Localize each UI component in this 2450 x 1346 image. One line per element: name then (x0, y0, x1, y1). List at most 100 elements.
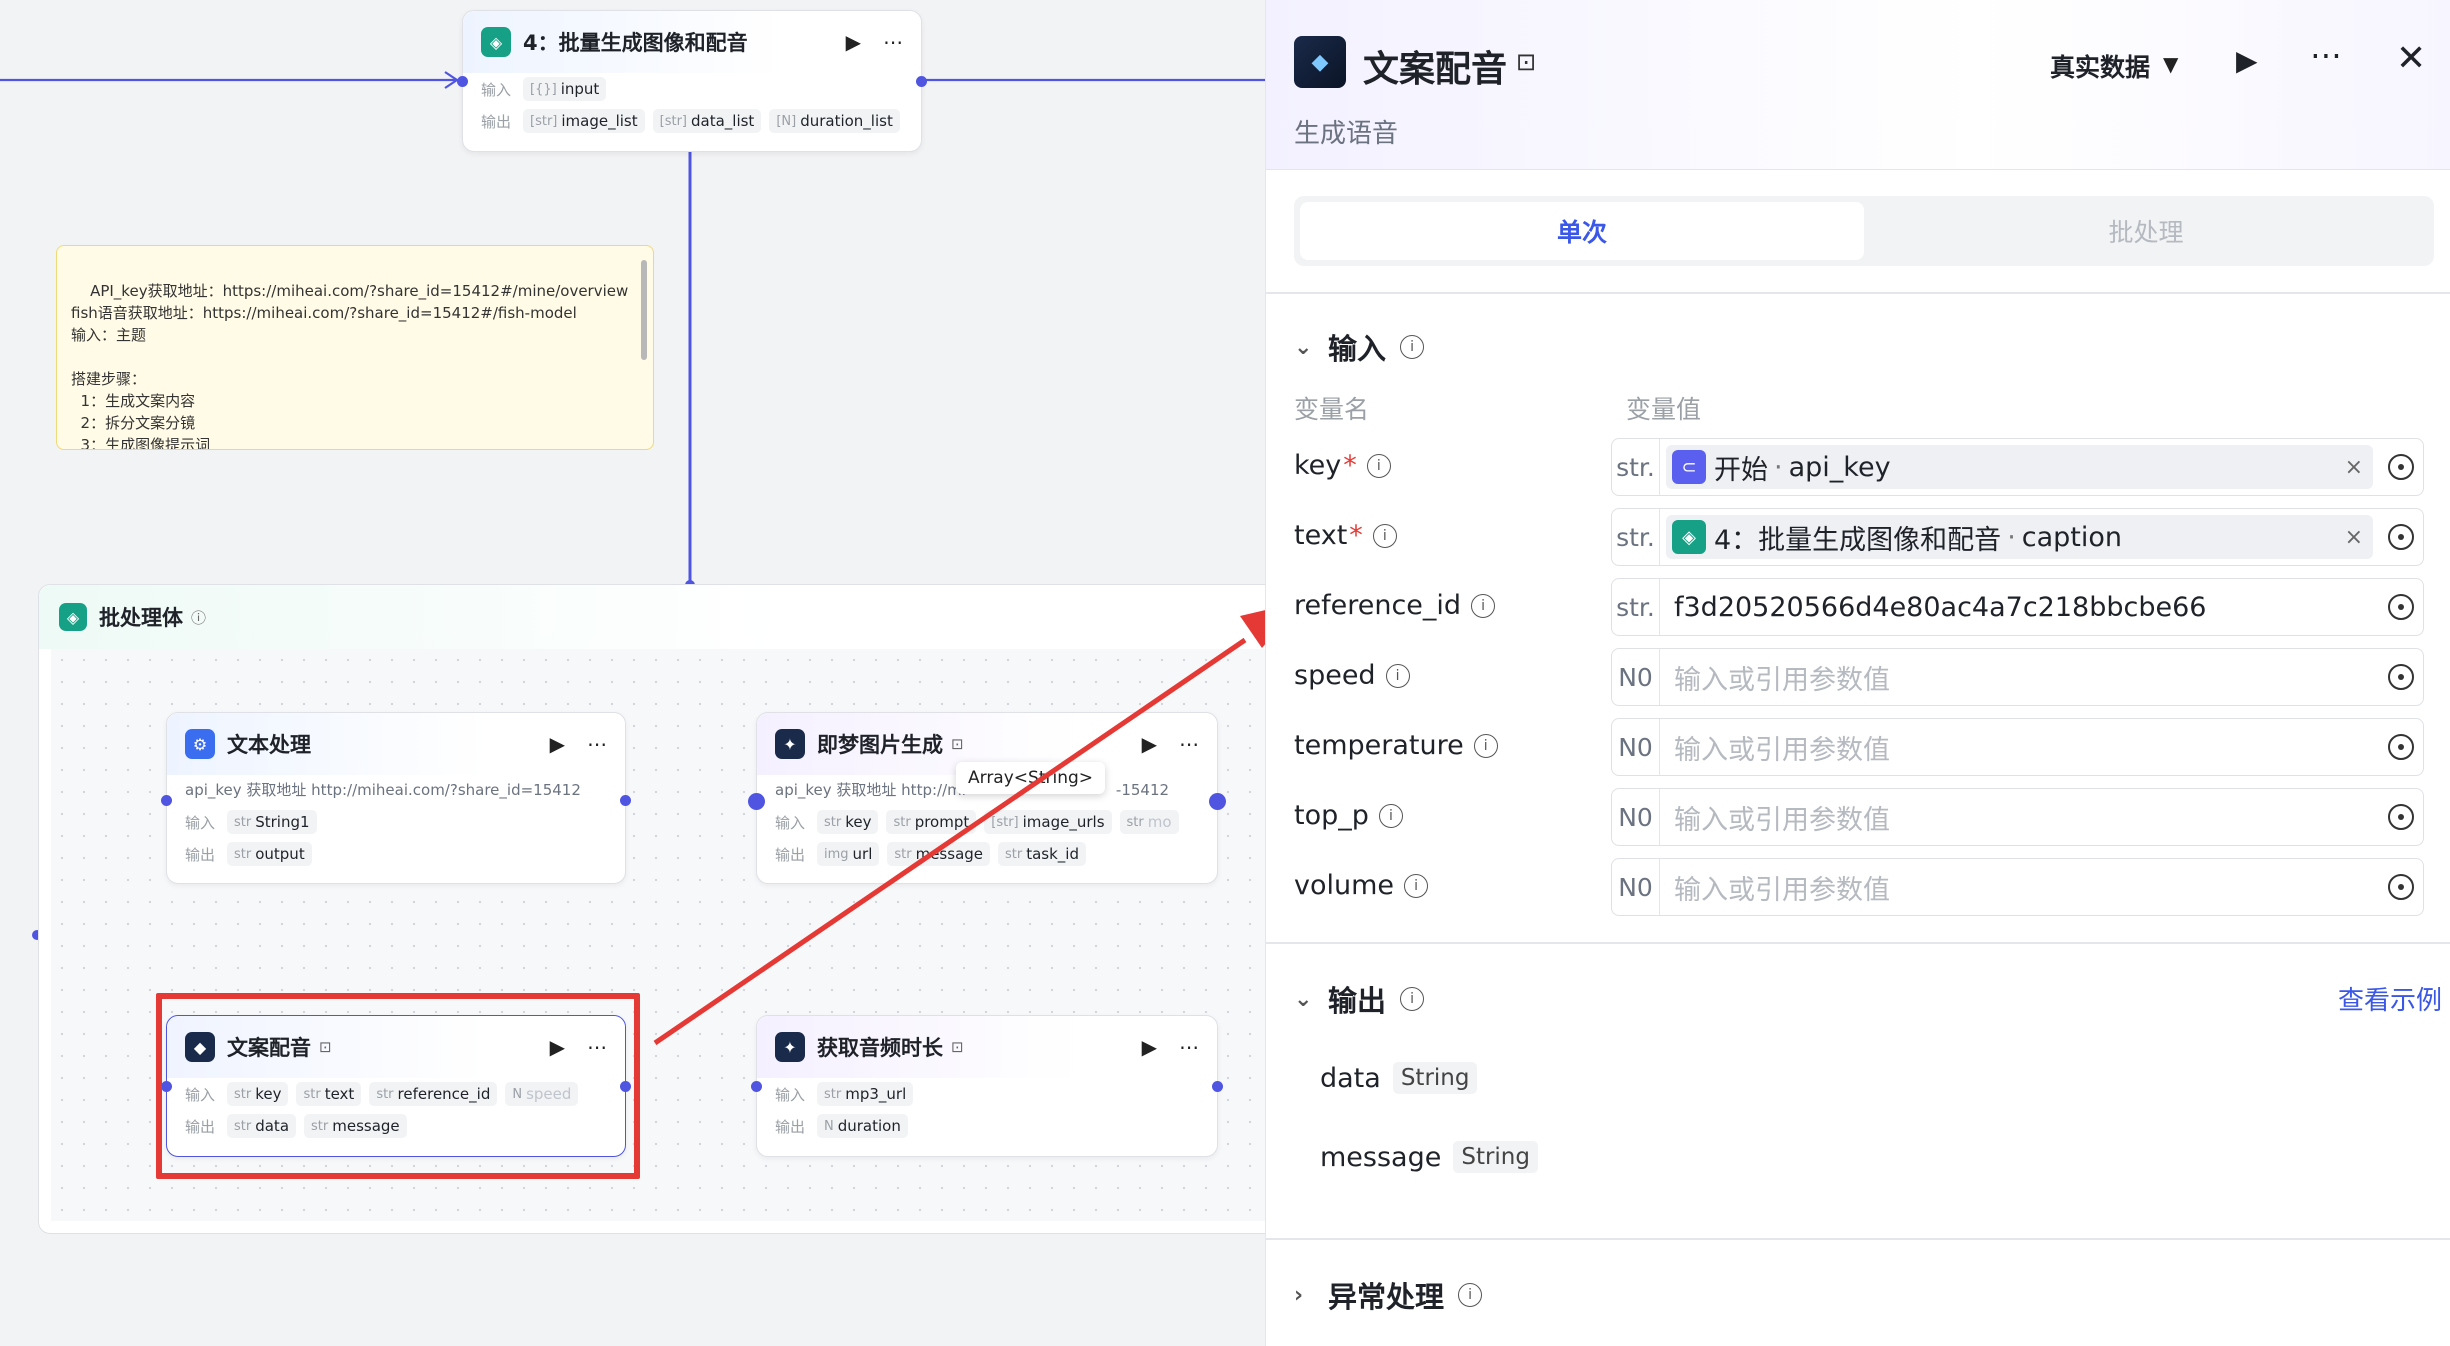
note-scrollbar[interactable] (641, 260, 647, 360)
output-chip: [str] image_list (523, 109, 645, 133)
node-batch-generate[interactable]: ◈ 4：批量生成图像和配音 ▶ ⋯ 输入 [{}] input 输出 [str] i… (457, 10, 927, 152)
param-value-input[interactable]: 输入或引用参数值 (1660, 798, 2379, 837)
panel-header: ◆ 文案配音 ⊡ 生成语音 真实数据 ▼ ▶ ⋯ ✕ (1266, 0, 2450, 170)
reference-tag[interactable]: ◈ 4：批量生成图像和配音 · caption × (1666, 515, 2373, 559)
param-row-temperature: temperature i N0 输入或引用参数值 (1294, 718, 2434, 776)
more-icon[interactable]: ⋯ (587, 732, 607, 756)
reference-target-icon[interactable] (2388, 734, 2414, 760)
output-chip: str message (304, 1114, 407, 1138)
param-value-input[interactable]: 输入或引用参数值 (1660, 868, 2379, 907)
node-outputs: 输出 [str] image_list [str] data_list [N] dur… (463, 105, 921, 137)
more-icon[interactable]: ⋯ (1179, 1035, 1199, 1059)
comment-note[interactable]: API_key获取地址：https://miheai.com/?share_id… (56, 245, 654, 450)
type-selector[interactable]: str. (1612, 509, 1660, 565)
more-icon[interactable]: ⋯ (883, 30, 903, 54)
node-audio-duration[interactable]: ✦ 获取音频时长 ⊡ ▶ ⋯ 输入 str mp3_url 输出 Nduratio… (751, 1015, 1223, 1157)
type-selector[interactable]: N0 (1612, 789, 1660, 845)
type-selector[interactable]: str. (1612, 579, 1660, 635)
node-text-process[interactable]: ⚙ 文本处理 ▶ ⋯ api_key 获取地址 http://miheai.co… (161, 712, 631, 884)
layers-icon: ◈ (1672, 520, 1706, 554)
see-example-link[interactable]: 查看示例 (2338, 980, 2442, 1017)
type-selector[interactable]: N0 (1612, 649, 1660, 705)
run-icon[interactable]: ▶ (550, 1035, 565, 1059)
clear-icon[interactable]: × (2345, 455, 2363, 480)
run-icon[interactable]: ▶ (846, 30, 861, 54)
plugin-icon: ⊡ (951, 1038, 964, 1056)
type-tooltip: Array<String> (956, 762, 1106, 794)
param-value-field[interactable]: N0 输入或引用参数值 (1611, 788, 2424, 846)
info-icon: ⓘ (191, 608, 207, 627)
error-section-header[interactable]: › 异常处理 i (1294, 1274, 1483, 1316)
caret-down-icon[interactable]: ▼ (2163, 52, 2178, 76)
input-port[interactable] (457, 76, 468, 87)
run-icon[interactable]: ▶ (2236, 44, 2258, 77)
param-value-input[interactable]: 输入或引用参数值 (1660, 658, 2379, 697)
input-section-header[interactable]: ⌄ 输入 i (1294, 326, 1425, 368)
info-icon: i (1400, 987, 1425, 1011)
workflow-canvas[interactable]: ◈ 4：批量生成图像和配音 ▶ ⋯ 输入 [{}] input 输出 [str] i… (0, 0, 1265, 1346)
more-icon[interactable]: ⋯ (1179, 732, 1199, 756)
type-selector[interactable]: N0 (1612, 719, 1660, 775)
reference-target-icon[interactable] (2388, 594, 2414, 620)
more-icon[interactable]: ⋯ (2310, 36, 2344, 74)
output-port[interactable] (1212, 1081, 1223, 1092)
input-chip: str reference_id (369, 1082, 498, 1106)
param-value-field[interactable]: str. f3d20520566d4e80ac4a7c218bbcbe66 (1611, 578, 2424, 636)
param-value-input[interactable]: f3d20520566d4e80ac4a7c218bbcbe66 (1660, 592, 2379, 623)
start-icon: ⊂ (1672, 450, 1706, 484)
param-value-field[interactable]: N0 输入或引用参数值 (1611, 858, 2424, 916)
run-icon[interactable]: ▶ (1142, 1035, 1157, 1059)
type-selector[interactable]: str. (1612, 439, 1660, 495)
clear-icon[interactable]: × (2345, 525, 2363, 550)
input-chip: str String1 (227, 810, 317, 834)
reference-target-icon[interactable] (2388, 664, 2414, 690)
param-value-field[interactable]: str. ⊂ 开始 · api_key × (1611, 438, 2424, 496)
output-chip: Nduration (817, 1114, 908, 1138)
output-port[interactable] (1209, 793, 1226, 810)
plugin-icon: ⊡ (1516, 48, 1537, 76)
info-icon: i (1471, 593, 1496, 618)
param-row-text: text * i str. ◈ 4：批量生成图像和配音 · caption × (1294, 508, 2434, 566)
output-port[interactable] (620, 795, 631, 806)
panel-title: 文案配音 (1363, 49, 1508, 90)
run-mode-tabs: 单次 批处理 (1294, 196, 2434, 266)
input-port[interactable] (161, 795, 172, 806)
param-value-input[interactable]: 输入或引用参数值 (1660, 728, 2379, 767)
reference-target-icon[interactable] (2388, 454, 2414, 480)
text-process-icon: ⚙ (185, 729, 215, 759)
run-icon[interactable]: ▶ (1142, 732, 1157, 756)
run-icon[interactable]: ▶ (550, 732, 565, 756)
output-section-header[interactable]: ⌄ 输出 i (1294, 978, 1425, 1020)
close-icon[interactable]: ✕ (2396, 38, 2426, 79)
output-port[interactable] (620, 1081, 631, 1092)
reference-target-icon[interactable] (2388, 804, 2414, 830)
output-type-badge: String (1392, 1062, 1478, 1094)
param-value-field[interactable]: str. ◈ 4：批量生成图像和配音 · caption × (1611, 508, 2424, 566)
tab-single[interactable]: 单次 (1300, 202, 1864, 260)
param-value-field[interactable]: N0 输入或引用参数值 (1611, 718, 2424, 776)
param-row-speed: speed i N0 输入或引用参数值 (1294, 648, 2434, 706)
param-row-top-p: top_p i N0 输入或引用参数值 (1294, 788, 2434, 846)
chevron-down-icon[interactable]: ⌄ (1294, 335, 1314, 360)
type-selector[interactable]: N0 (1612, 859, 1660, 915)
input-chip: str key (817, 810, 879, 834)
more-icon[interactable]: ⋯ (587, 1035, 607, 1059)
output-port[interactable] (916, 76, 927, 87)
reference-target-icon[interactable] (2388, 524, 2414, 550)
node-inputs: 输入 str mp3_url (757, 1078, 1217, 1110)
chevron-right-icon[interactable]: › (1294, 1283, 1314, 1308)
audio-logo-icon: ✦ (775, 1032, 805, 1062)
input-port[interactable] (161, 1081, 172, 1092)
node-jimeng-image[interactable]: ✦ 即梦图片生成 ⊡ ▶ ⋯ api_key 获取地址 http://mi -15… (748, 712, 1226, 884)
layers-icon: ◈ (59, 603, 87, 631)
param-value-field[interactable]: N0 输入或引用参数值 (1611, 648, 2424, 706)
info-icon: i (1404, 873, 1429, 898)
node-wenan-voice[interactable]: ◆ 文案配音 ⊡ ▶ ⋯ 输入 str key str text str refere… (161, 1015, 631, 1157)
chevron-down-icon[interactable]: ⌄ (1294, 987, 1314, 1012)
reference-tag[interactable]: ⊂ 开始 · api_key × (1666, 445, 2373, 489)
data-mode-select[interactable]: 真实数据 (2050, 48, 2150, 84)
reference-target-icon[interactable] (2388, 874, 2414, 900)
tab-batch[interactable]: 批处理 (1864, 202, 2428, 260)
input-port[interactable] (751, 1081, 762, 1092)
input-port[interactable] (748, 793, 765, 810)
